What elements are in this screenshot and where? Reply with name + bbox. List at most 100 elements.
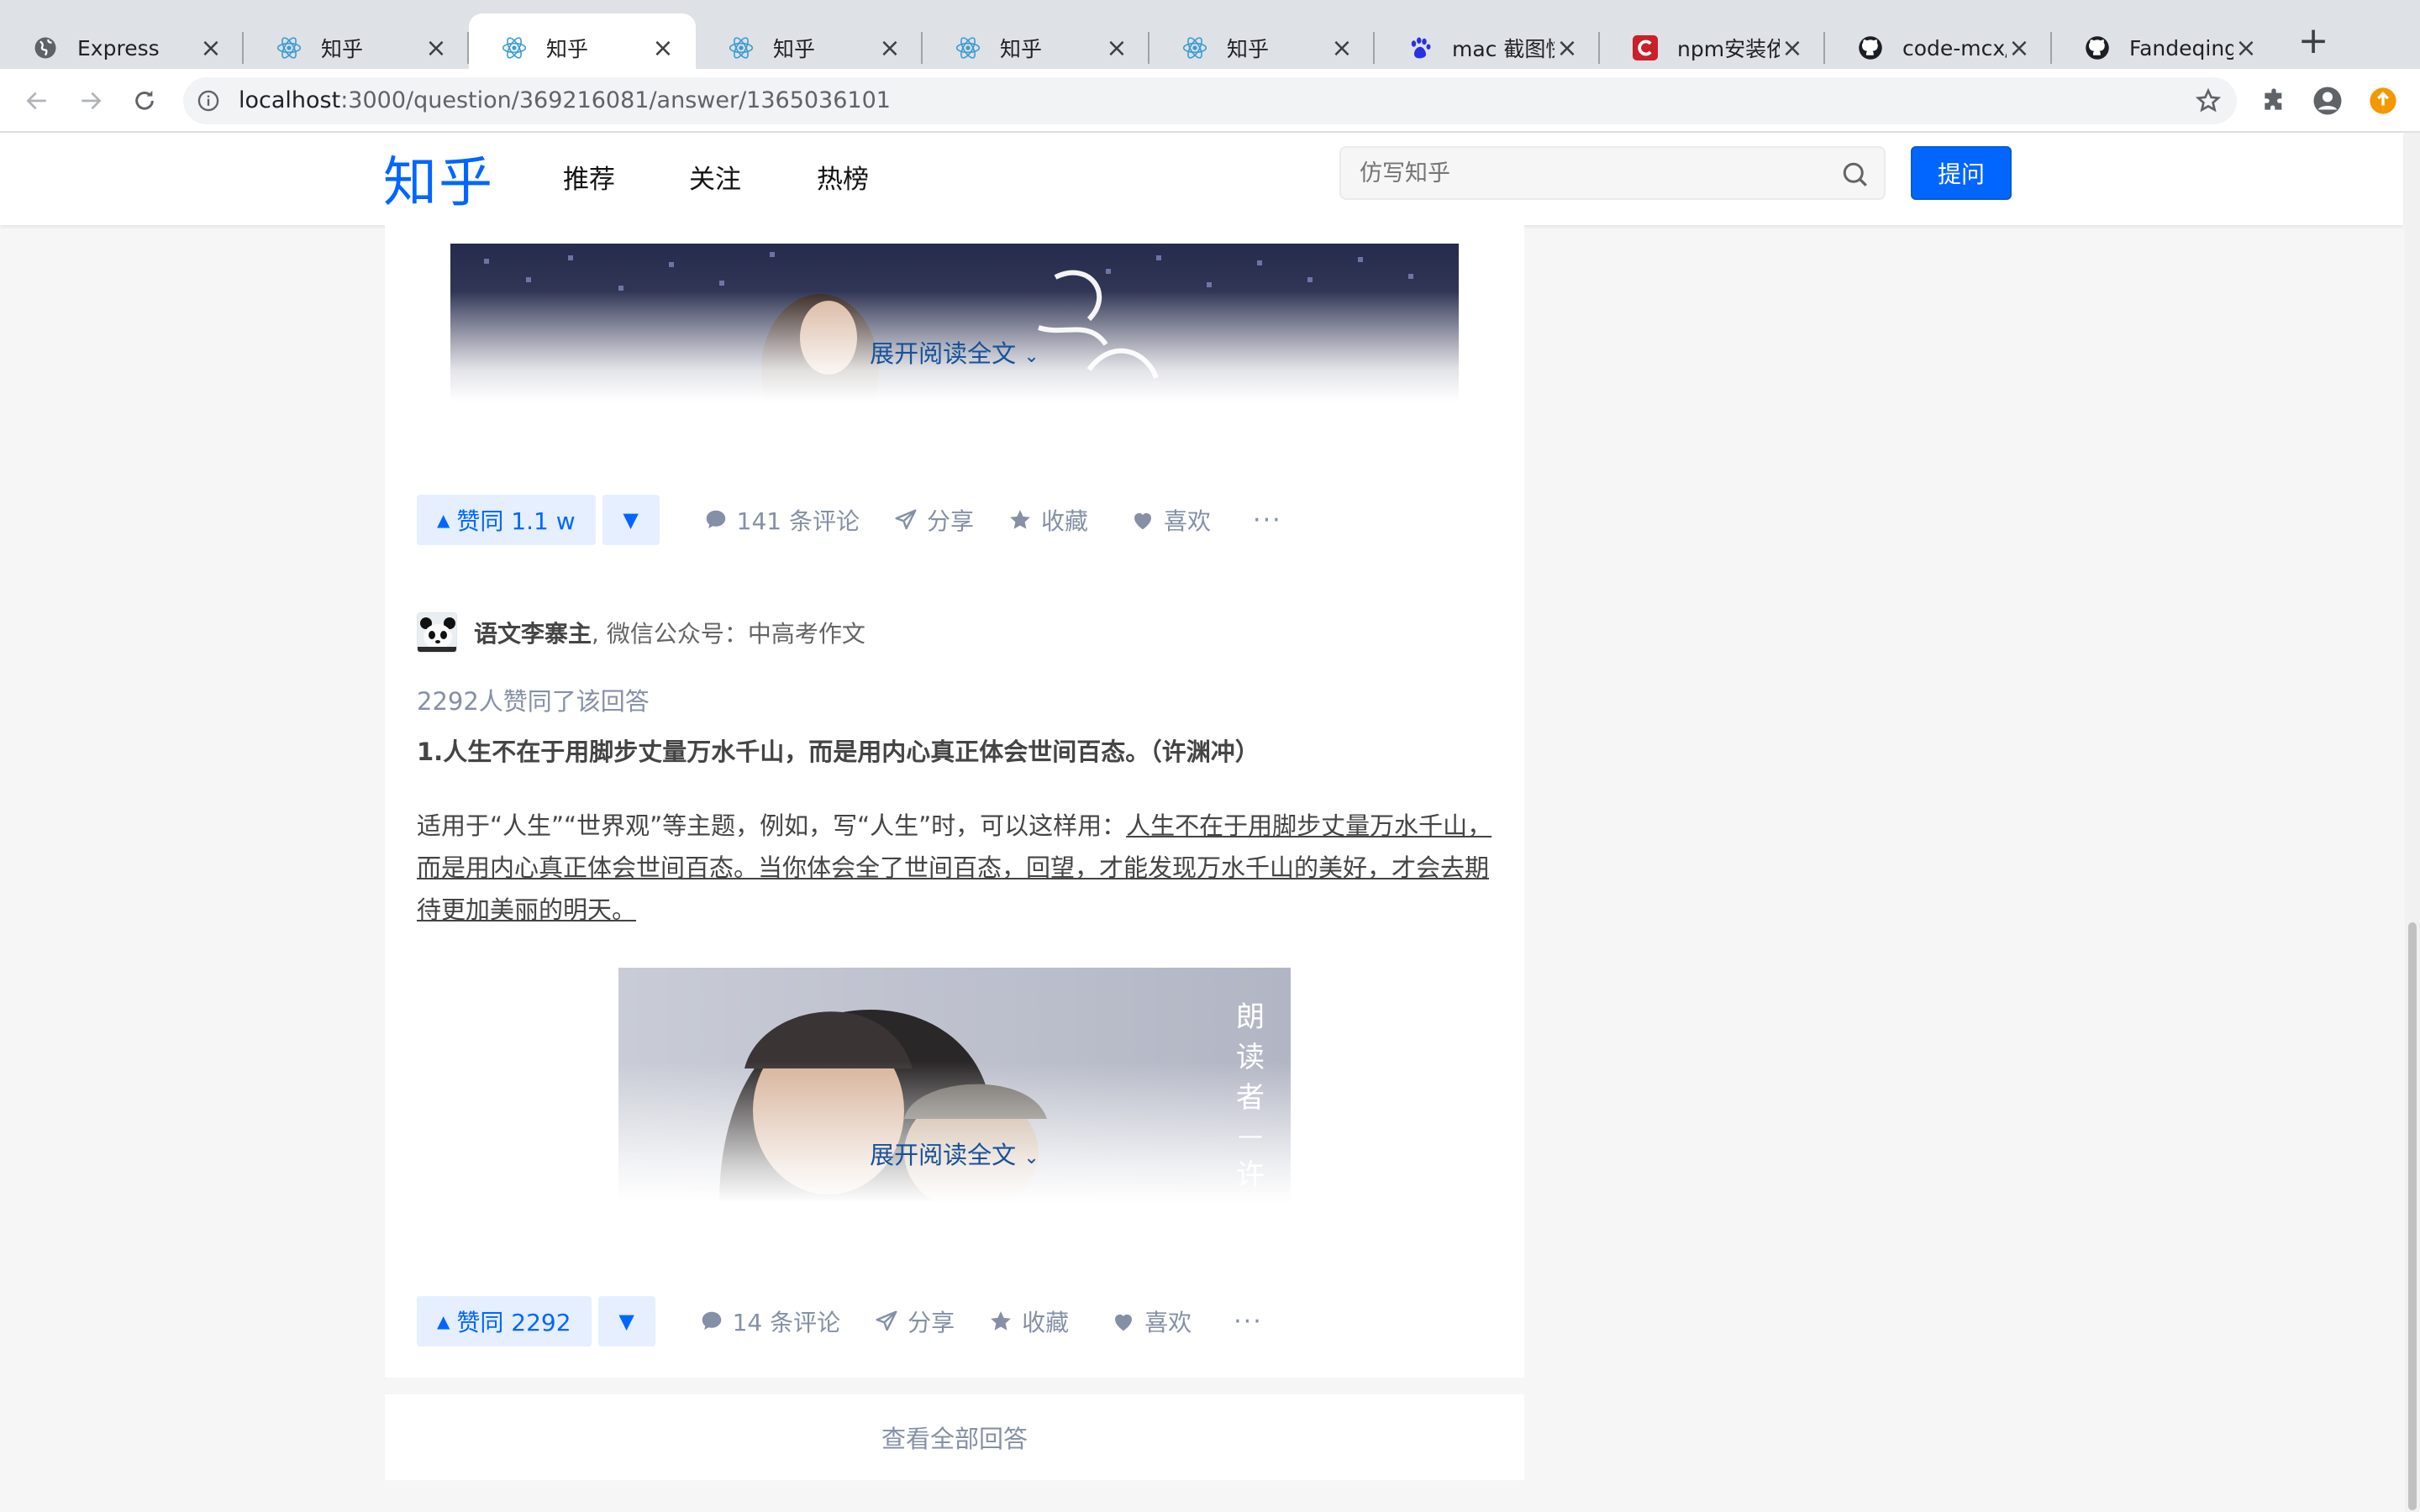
- author-name[interactable]: 语文李寨主: [474, 616, 592, 649]
- tab-title: 知乎: [1227, 37, 1270, 61]
- url-text[interactable]: localhost:3000/question/369216081/answer…: [239, 87, 891, 113]
- site-info-icon[interactable]: [197, 89, 220, 113]
- chevron-down-icon: ⌄: [1023, 1147, 1039, 1168]
- comments-label: 14 条评论: [732, 1309, 841, 1336]
- panda-avatar-icon: [418, 613, 456, 652]
- react-icon: [1181, 34, 1208, 61]
- close-tab-icon[interactable]: ×: [424, 34, 449, 63]
- close-tab-icon[interactable]: ×: [2233, 34, 2259, 63]
- answer-image-preview: 展开阅读全文 ⌄: [450, 244, 1459, 402]
- back-arrow-icon[interactable]: [17, 81, 57, 121]
- baidu-paw-icon: [1407, 34, 1434, 61]
- extensions-puzzle-icon[interactable]: [2259, 86, 2289, 116]
- like-label: 喜欢: [1164, 507, 1212, 535]
- ask-question-button[interactable]: 提问: [1911, 146, 2012, 200]
- tab-title: Fandeqing/re: [2129, 35, 2233, 60]
- upvote-triangle-icon: ▲: [437, 510, 450, 530]
- update-badge-icon[interactable]: [2368, 86, 2398, 116]
- tab-title: 知乎: [321, 37, 364, 61]
- collect-button[interactable]: 收藏: [1007, 503, 1088, 537]
- expand-label: 展开阅读全文: [870, 1141, 1017, 1169]
- search-box: [1339, 146, 1886, 200]
- share-paper-plane-icon: [876, 1310, 897, 1331]
- expand-label: 展开阅读全文: [870, 339, 1017, 368]
- c-logo-icon: [1632, 34, 1659, 61]
- globe-icon: [32, 34, 59, 61]
- browser-toolbar: localhost:3000/question/369216081/answer…: [0, 69, 2420, 133]
- like-button[interactable]: 喜欢: [1111, 1305, 1192, 1338]
- close-tab-icon[interactable]: ×: [1329, 34, 1355, 63]
- bookmark-star-icon[interactable]: [2195, 87, 2222, 114]
- upvote-button[interactable]: ▲ 赞同 2292: [417, 1296, 592, 1347]
- upvote-button[interactable]: ▲ 赞同 1.1 w: [417, 495, 596, 545]
- new-tab-plus-icon[interactable]: +: [2292, 20, 2334, 62]
- react-icon: [276, 34, 302, 61]
- author-bio: , 微信公众号：中高考作文: [592, 620, 865, 648]
- paragraph-text: 适用于“人生”“世界观”等主题，例如，写“人生”时，可以这样用：: [417, 811, 1127, 840]
- zhihu-logo[interactable]: 知乎: [383, 139, 494, 217]
- profile-avatar-icon[interactable]: [2312, 86, 2343, 116]
- nav-following[interactable]: 关注: [689, 158, 741, 196]
- close-tab-icon[interactable]: ×: [650, 34, 676, 63]
- close-tab-icon[interactable]: ×: [1780, 34, 1805, 63]
- answers-card: 展开阅读全文 ⌄ ▲ 赞同 1.1 w ▼ 141 条评论 分享 收藏 喜欢 ··…: [385, 225, 1524, 1378]
- tab-title: 知乎: [1000, 37, 1043, 61]
- comment-button[interactable]: 14 条评论: [699, 1305, 841, 1338]
- tab-title: 知乎: [773, 37, 816, 61]
- search-icon[interactable]: [1840, 160, 1870, 190]
- upvote-triangle-icon: ▲: [437, 1311, 450, 1331]
- heart-icon: [1115, 1314, 1133, 1331]
- avatar[interactable]: [417, 612, 457, 653]
- nav-hot[interactable]: 热榜: [817, 158, 869, 196]
- reload-icon[interactable]: [124, 81, 165, 121]
- close-tab-icon[interactable]: ×: [877, 34, 902, 63]
- close-tab-icon[interactable]: ×: [1555, 34, 1580, 63]
- close-tab-icon[interactable]: ×: [2007, 34, 2032, 63]
- comment-button[interactable]: 141 条评论: [703, 503, 860, 537]
- tab-title: npm安装依赖: [1677, 37, 1780, 61]
- star-icon: [1010, 510, 1030, 529]
- answer-paragraph: 适用于“人生”“世界观”等主题，例如，写“人生”时，可以这样用：人生不在于用脚步…: [417, 805, 1501, 931]
- heart-icon: [1134, 512, 1152, 530]
- page-scrollbar[interactable]: [2405, 133, 2420, 1512]
- upvote-label: 赞同 2292: [456, 1309, 571, 1336]
- more-options-icon[interactable]: ···: [1234, 1307, 1263, 1336]
- scrollbar-thumb[interactable]: [2408, 922, 2417, 1510]
- collect-label: 收藏: [1022, 1309, 1070, 1336]
- github-icon: [1857, 34, 1884, 61]
- tab-title: 知乎: [546, 37, 589, 61]
- more-options-icon[interactable]: ···: [1253, 506, 1282, 535]
- share-button[interactable]: 分享: [874, 1305, 955, 1338]
- answer-image-preview: 朗 读 者 — 许 展开阅读全文 ⌄: [618, 968, 1291, 1203]
- view-all-answers-button[interactable]: 查看全部回答: [385, 1394, 1524, 1480]
- address-bar[interactable]: localhost:3000/question/369216081/answer…: [183, 77, 2237, 124]
- react-icon: [955, 34, 981, 61]
- answer-actions: ▲ 赞同 1.1 w ▼ 141 条评论 分享 收藏 喜欢 ···: [417, 494, 1282, 546]
- comment-bubble-icon: [706, 510, 725, 528]
- voters-count-text: 2292人赞同了该回答: [417, 687, 650, 716]
- search-input[interactable]: [1360, 156, 1830, 190]
- expand-read-more-button[interactable]: 展开阅读全文 ⌄: [618, 1136, 1291, 1171]
- answer-heading: 1.人生不在于用脚步丈量万水千山，而是用内心真正体会世间百态。（许渊冲）: [417, 738, 1260, 766]
- nav-recommend[interactable]: 推荐: [563, 158, 615, 196]
- collect-label: 收藏: [1041, 507, 1089, 535]
- close-tab-icon[interactable]: ×: [198, 34, 224, 63]
- downvote-button[interactable]: ▼: [602, 495, 660, 545]
- forward-arrow-icon[interactable]: [71, 81, 111, 121]
- like-label: 喜欢: [1144, 1309, 1192, 1336]
- answer-author: 语文李寨主, 微信公众号：中高考作文: [417, 612, 865, 654]
- site-header: 知乎 推荐 关注 热榜 提问: [0, 133, 2403, 225]
- react-icon: [501, 34, 528, 61]
- expand-read-more-button[interactable]: 展开阅读全文 ⌄: [450, 334, 1459, 370]
- downvote-button[interactable]: ▼: [597, 1296, 655, 1347]
- share-label: 分享: [908, 1309, 955, 1336]
- tab-title: Express: [77, 35, 160, 60]
- share-label: 分享: [926, 507, 974, 535]
- close-tab-icon[interactable]: ×: [1104, 34, 1129, 63]
- share-paper-plane-icon: [895, 509, 917, 530]
- collect-button[interactable]: 收藏: [988, 1305, 1069, 1338]
- like-button[interactable]: 喜欢: [1130, 503, 1211, 537]
- star-icon: [991, 1311, 1011, 1331]
- downvote-triangle-icon: ▼: [618, 1310, 634, 1333]
- share-button[interactable]: 分享: [893, 503, 974, 537]
